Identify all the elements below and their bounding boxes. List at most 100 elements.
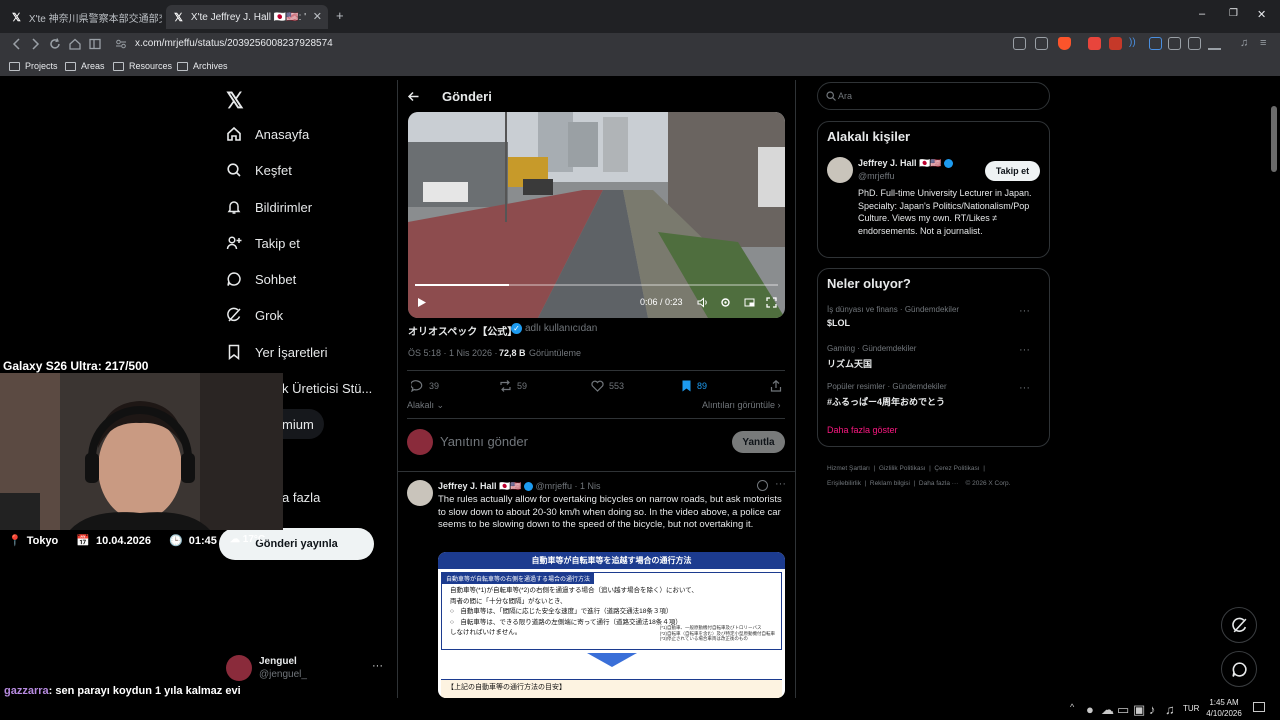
nav-bookmarks[interactable]: Yer İşaretleri — [226, 340, 328, 364]
bookmark-folder[interactable]: Resources — [113, 61, 172, 71]
footer-link[interactable]: Çerez Politikası — [934, 465, 979, 472]
follow-button[interactable]: Takip et — [985, 161, 1040, 181]
more-options-icon[interactable]: ··· — [1019, 344, 1030, 356]
url-field[interactable]: x.com/mrjeffu/status/2039256008237928574 — [135, 38, 333, 49]
bookmark-folder[interactable]: Archives — [177, 61, 228, 71]
display-icon[interactable]: ▣ — [1133, 702, 1145, 717]
nav-home[interactable]: Anasayfa — [226, 122, 309, 146]
home-browser-icon[interactable] — [68, 37, 82, 51]
post-timestamp[interactable]: ÖS 5:18 · 1 Nis 2026 · — [408, 348, 498, 358]
extension-icon[interactable]: )) — [1129, 37, 1142, 50]
footer-link[interactable]: Daha fazla ··· — [919, 480, 958, 487]
back-arrow-icon[interactable] — [407, 90, 420, 103]
footer-link[interactable]: Gizlilik Politikası — [879, 465, 926, 472]
reply-input[interactable]: Yanıtını gönder — [440, 434, 528, 449]
reply-action[interactable]: 39 — [411, 380, 439, 392]
video-attribution[interactable]: オリオスペック【公式】 — [408, 323, 517, 338]
nav-notifications[interactable]: Bildirimler — [226, 195, 312, 219]
share-icon[interactable] — [770, 380, 782, 392]
picture-in-picture-icon[interactable] — [744, 297, 755, 308]
close-tab-icon[interactable]: ✕ — [313, 10, 322, 23]
nav-premium[interactable]: mium — [282, 412, 314, 436]
trend-item[interactable]: Gaming · Gündemdekiler リズム天国 ··· — [827, 344, 1040, 370]
tray-app-icon[interactable]: ▭ — [1117, 702, 1129, 717]
x-home-logo[interactable]: 𝕏 — [226, 88, 244, 114]
extension-icon[interactable] — [1109, 37, 1122, 50]
microphone-icon[interactable]: ♪ — [1149, 702, 1160, 717]
person-name-row[interactable]: Jeffrey J. Hall 🇯🇵🇺🇸 — [858, 158, 953, 169]
nav-follow[interactable]: Takip et — [226, 231, 300, 255]
cloud-icon[interactable]: ☁ — [1101, 702, 1114, 717]
more-options-icon[interactable]: ··· — [1019, 305, 1030, 317]
avatar[interactable] — [827, 157, 853, 183]
speaker-icon[interactable]: ♫ — [1165, 702, 1176, 717]
back-icon[interactable] — [10, 37, 24, 51]
video-progress-track[interactable] — [415, 284, 778, 286]
sidebar-toggle-icon[interactable] — [88, 37, 102, 51]
nav-more[interactable]: a fazla — [282, 485, 320, 509]
view-quotes-link[interactable]: Alıntıları görüntüle › — [702, 400, 781, 410]
play-icon[interactable] — [417, 297, 427, 308]
tab-manager-icon[interactable] — [1188, 37, 1201, 50]
download-icon[interactable] — [1208, 37, 1221, 50]
reply-handle[interactable]: @mrjeffu — [536, 481, 572, 491]
extensions-puzzle-icon[interactable] — [1168, 37, 1181, 50]
volume-icon[interactable] — [697, 297, 709, 308]
scrollbar[interactable] — [1270, 82, 1278, 696]
browser-tab[interactable]: 𝕏 X'te 神奈川県警察本部交通部交通総 — [4, 5, 162, 29]
nav-grok[interactable]: Grok — [226, 303, 283, 327]
show-more-link[interactable]: Daha fazla göster — [827, 425, 898, 435]
grok-float-button[interactable] — [1221, 607, 1257, 643]
forward-icon[interactable] — [28, 37, 42, 51]
video-player[interactable]: 0:06 / 0:23 — [408, 112, 785, 318]
trend-item[interactable]: Popüler resimler · Gündemdekiler #ふるっぱー4… — [827, 382, 1040, 408]
more-options-icon[interactable]: ··· — [775, 478, 786, 490]
repost-action[interactable]: 59 — [499, 380, 527, 392]
settings-gear-icon[interactable] — [720, 297, 731, 308]
trend-item[interactable]: İş dünyası ve finans · Gündemdekiler $LO… — [827, 305, 1040, 328]
like-action[interactable]: 553 — [591, 380, 624, 392]
person-handle[interactable]: @mrjeffu — [858, 171, 894, 181]
footer-link[interactable]: Hizmet Şartları — [827, 465, 870, 472]
browser-tab-active[interactable]: 𝕏 X'te Jeffrey J. Hall 🇯🇵🇺🇸: "Starting ✕ — [166, 5, 328, 29]
notification-center-icon[interactable] — [1253, 702, 1265, 712]
bookmark-action[interactable]: 89 — [681, 380, 707, 392]
avatar[interactable] — [226, 655, 252, 681]
menu-icon[interactable]: ≡ — [1260, 37, 1273, 50]
more-options-icon[interactable]: ··· — [1019, 382, 1030, 394]
reply-image[interactable]: 自動車等が自転車等を追越す場合の通行方法 自動車等が自転車等の右側を通過する場合… — [438, 552, 785, 698]
reply-time[interactable]: · 1 Nis — [575, 481, 601, 491]
nav-chat[interactable]: Sohbet — [226, 267, 296, 291]
site-info-icon[interactable] — [114, 37, 128, 51]
reply-author[interactable]: Jeffrey J. Hall — [438, 481, 497, 491]
extension-icon[interactable] — [1088, 37, 1101, 50]
close-window-button[interactable]: ✕ — [1257, 8, 1266, 21]
language-indicator[interactable]: TUR — [1183, 704, 1199, 713]
bookmark-folder[interactable]: Areas — [65, 61, 105, 71]
related-link[interactable]: Alakalı ⌄ — [407, 400, 444, 411]
share-icon[interactable] — [1035, 37, 1048, 50]
search-input[interactable]: Ara — [838, 91, 852, 101]
restore-button[interactable]: ❐ — [1229, 8, 1238, 19]
scrollbar-thumb[interactable] — [1271, 106, 1277, 172]
grok-explain-icon[interactable] — [757, 480, 768, 491]
extension-icon[interactable] — [1149, 37, 1162, 50]
footer-link[interactable]: Erişilebilirlik — [827, 480, 861, 487]
nav-explore[interactable]: Keşfet — [226, 158, 292, 182]
nav-creator-studio[interactable]: k Üreticisi Stü... — [282, 376, 372, 400]
avatar[interactable] — [407, 480, 433, 506]
tray-chevron-icon[interactable]: ^ — [1070, 702, 1074, 712]
system-clock[interactable]: 1:45 AM 4/10/2026 — [1204, 697, 1244, 719]
cast-icon[interactable] — [1013, 37, 1026, 50]
media-icon[interactable]: ♫ — [1240, 37, 1253, 50]
messages-float-button[interactable] — [1221, 651, 1257, 687]
new-tab-button[interactable]: + — [336, 8, 344, 23]
minimize-button[interactable]: – — [1199, 8, 1205, 20]
footer-link[interactable]: Reklam bilgisi — [870, 480, 910, 487]
reload-icon[interactable] — [48, 37, 62, 51]
bookmark-folder[interactable]: Projects — [9, 61, 58, 71]
brave-shield-icon[interactable] — [1058, 37, 1071, 50]
reply-button[interactable]: Yanıtla — [732, 431, 785, 453]
account-more-icon[interactable]: ··· — [372, 660, 383, 672]
fullscreen-icon[interactable] — [766, 297, 777, 308]
